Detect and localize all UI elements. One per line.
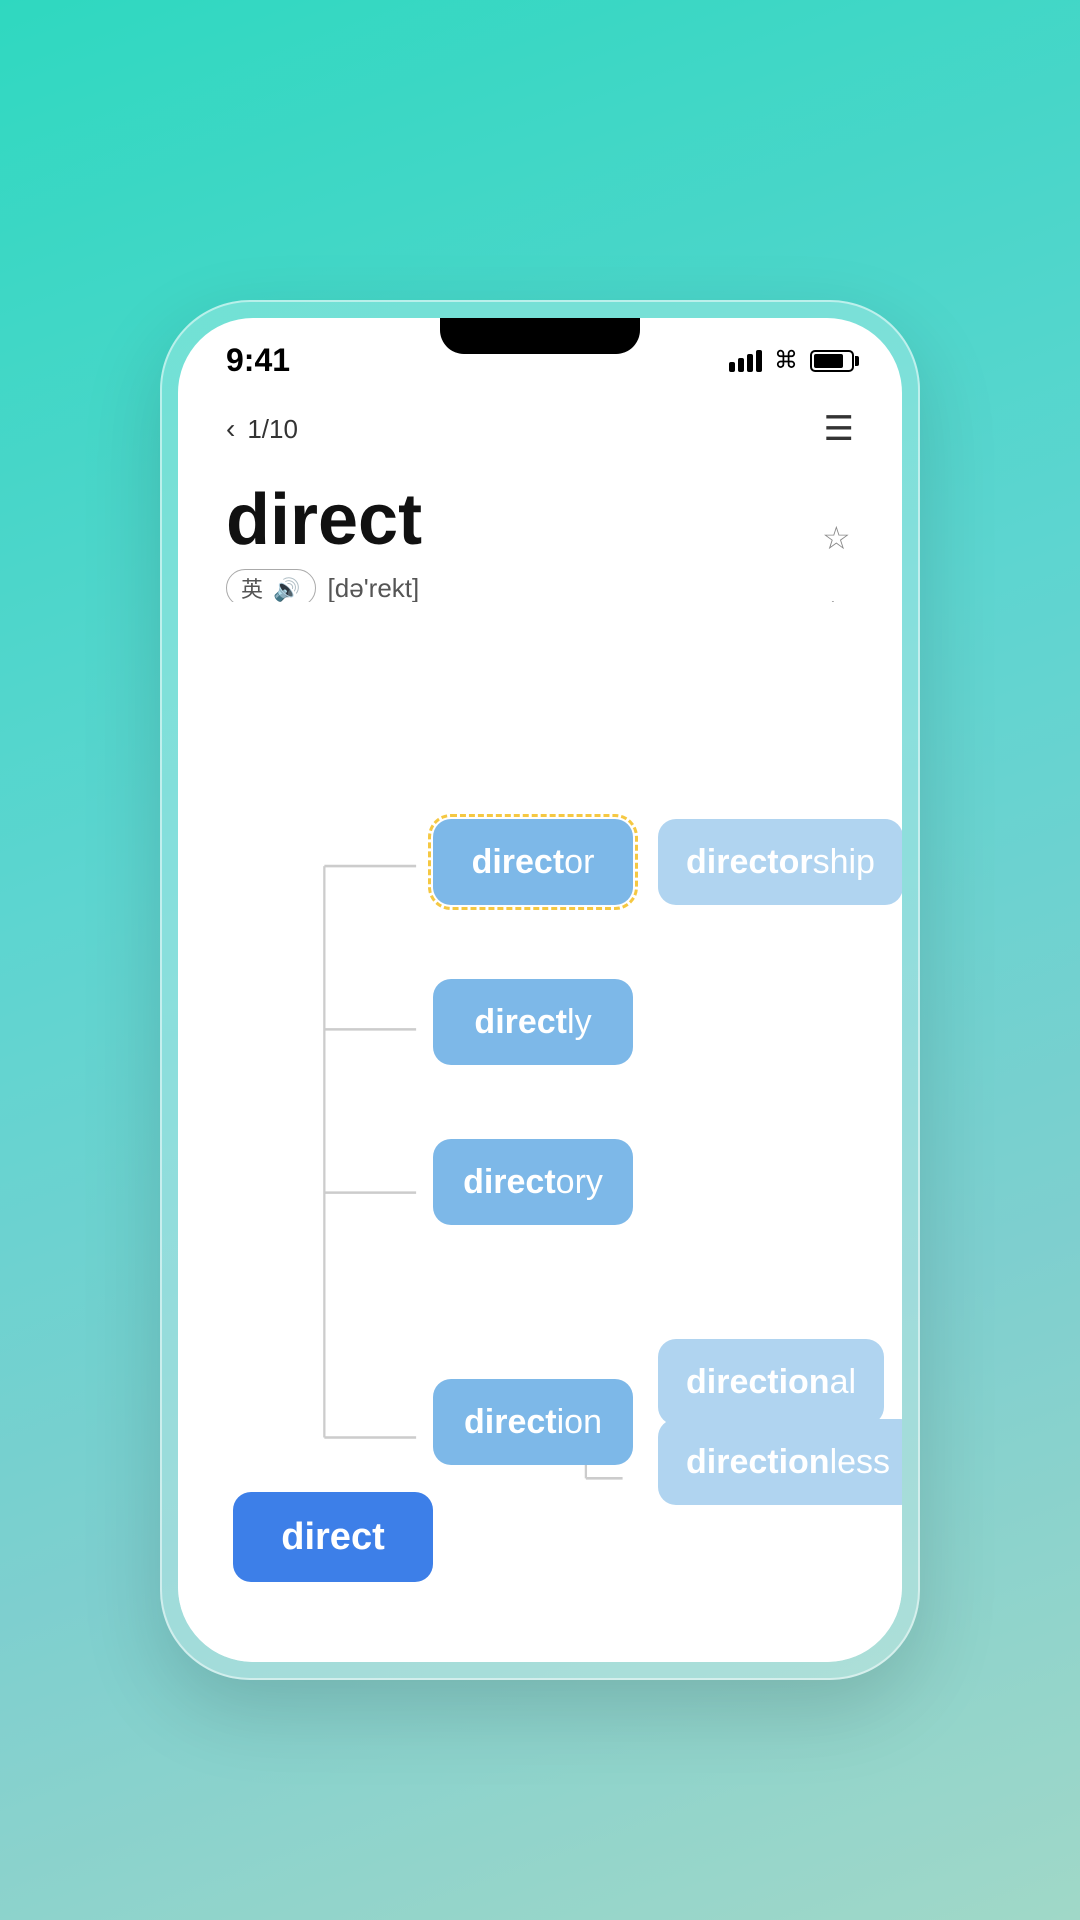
- nav-bar: ‹ 1/10 ☰: [226, 389, 854, 469]
- battery-icon: [810, 350, 854, 372]
- node-directly[interactable]: directly: [433, 979, 633, 1065]
- node-directional-suffix: al: [830, 1363, 856, 1402]
- signal-bar-4: [756, 350, 762, 372]
- sound-icon[interactable]: 🔊: [273, 577, 300, 602]
- node-directly-suffix: ly: [567, 1003, 592, 1042]
- node-directorship-bold: director: [686, 843, 813, 882]
- node-directionless[interactable]: directionless: [658, 1419, 902, 1505]
- node-director[interactable]: director: [433, 819, 633, 905]
- node-directorship[interactable]: directorship: [658, 819, 902, 905]
- node-directionless-bold: direction: [686, 1443, 830, 1482]
- phone-frame: 9:41 ⌘ ‹ 1/10: [160, 300, 920, 1680]
- status-time: 9:41: [226, 342, 290, 379]
- nav-left: ‹ 1/10: [226, 413, 298, 445]
- node-directory[interactable]: directory: [433, 1139, 633, 1225]
- node-directly-bold: direct: [474, 1003, 567, 1042]
- node-directorship-suffix: ship: [813, 843, 875, 882]
- node-direction-bold: direct: [464, 1403, 557, 1442]
- battery-fill: [814, 354, 843, 368]
- phonetic-text: [də'rekt]: [328, 573, 420, 604]
- node-directional-bold: direction: [686, 1363, 830, 1402]
- phone-screen: 9:41 ⌘ ‹ 1/10: [178, 318, 902, 1662]
- page-indicator: 1/10: [247, 414, 298, 445]
- signal-icon: [729, 350, 762, 372]
- filter-icon[interactable]: ☰: [824, 409, 854, 449]
- node-directional[interactable]: directional: [658, 1339, 884, 1425]
- node-direction[interactable]: direction: [433, 1379, 633, 1465]
- status-icons: ⌘: [729, 346, 854, 375]
- node-directory-suffix: ory: [556, 1163, 603, 1202]
- star-icon[interactable]: ☆: [822, 519, 854, 557]
- node-director-suffix: or: [564, 843, 594, 882]
- tree-panel: direct director directorship directly di…: [178, 602, 902, 1662]
- signal-bar-3: [747, 354, 753, 372]
- phone-notch: [440, 318, 640, 354]
- signal-bar-1: [729, 362, 735, 372]
- node-direction-suffix: ion: [557, 1403, 602, 1442]
- back-button[interactable]: ‹: [226, 413, 235, 445]
- word-title: direct: [226, 479, 854, 561]
- node-directory-bold: direct: [463, 1163, 556, 1202]
- signal-bar-2: [738, 358, 744, 372]
- node-directionless-suffix: less: [830, 1443, 890, 1482]
- node-direct[interactable]: direct: [233, 1492, 433, 1582]
- wifi-icon: ⌘: [774, 346, 798, 375]
- word-tree: direct director directorship directly di…: [228, 662, 852, 1662]
- node-director-bold: direct: [472, 843, 565, 882]
